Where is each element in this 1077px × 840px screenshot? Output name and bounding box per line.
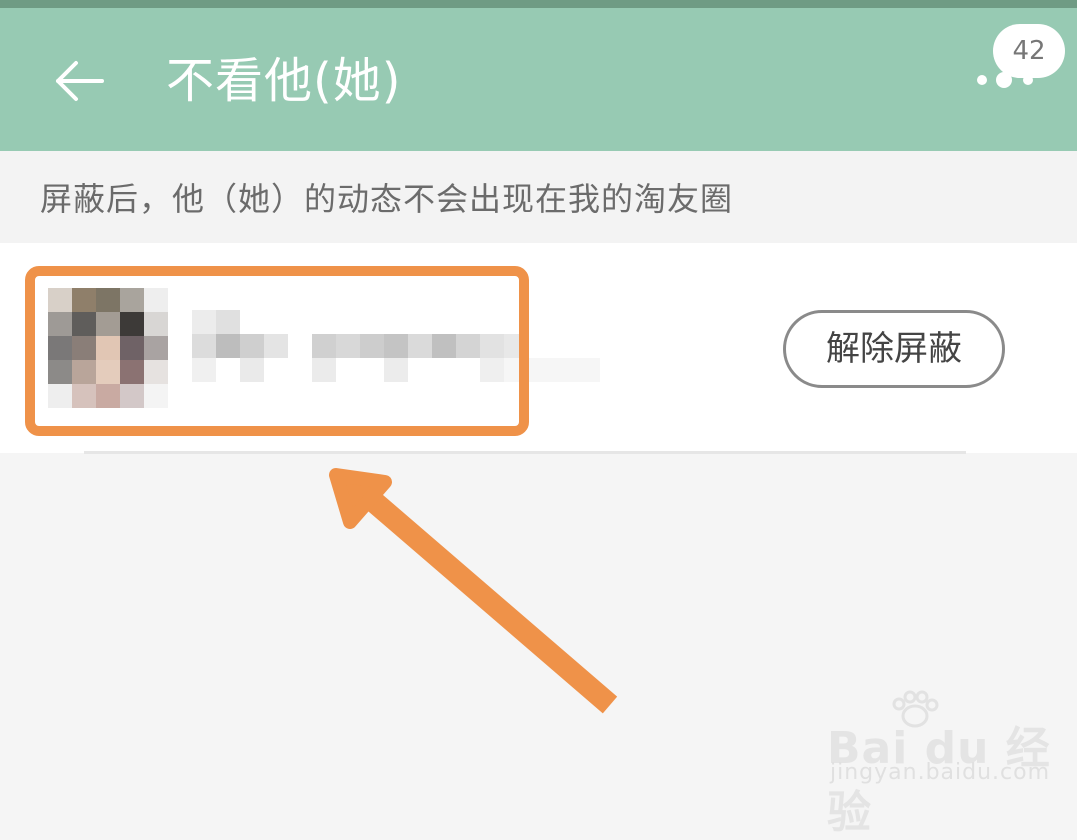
back-button[interactable] bbox=[50, 56, 110, 106]
arrow-left-icon bbox=[56, 61, 104, 101]
unblock-button[interactable]: 解除屏蔽 bbox=[783, 310, 1005, 388]
page-title: 不看他(她) bbox=[166, 53, 402, 109]
blurred-username bbox=[192, 310, 612, 390]
watermark-url: jingyan.baidu.com bbox=[830, 760, 1051, 785]
avatar[interactable] bbox=[48, 288, 168, 408]
notice-text: 屏蔽后，他（她）的动态不会出现在我的淘友圈 bbox=[40, 180, 734, 218]
app-header: 不看他(她) 42 bbox=[0, 8, 1077, 151]
divider bbox=[84, 451, 966, 454]
notification-badge[interactable]: 42 bbox=[993, 24, 1065, 78]
status-strip bbox=[0, 0, 1077, 8]
